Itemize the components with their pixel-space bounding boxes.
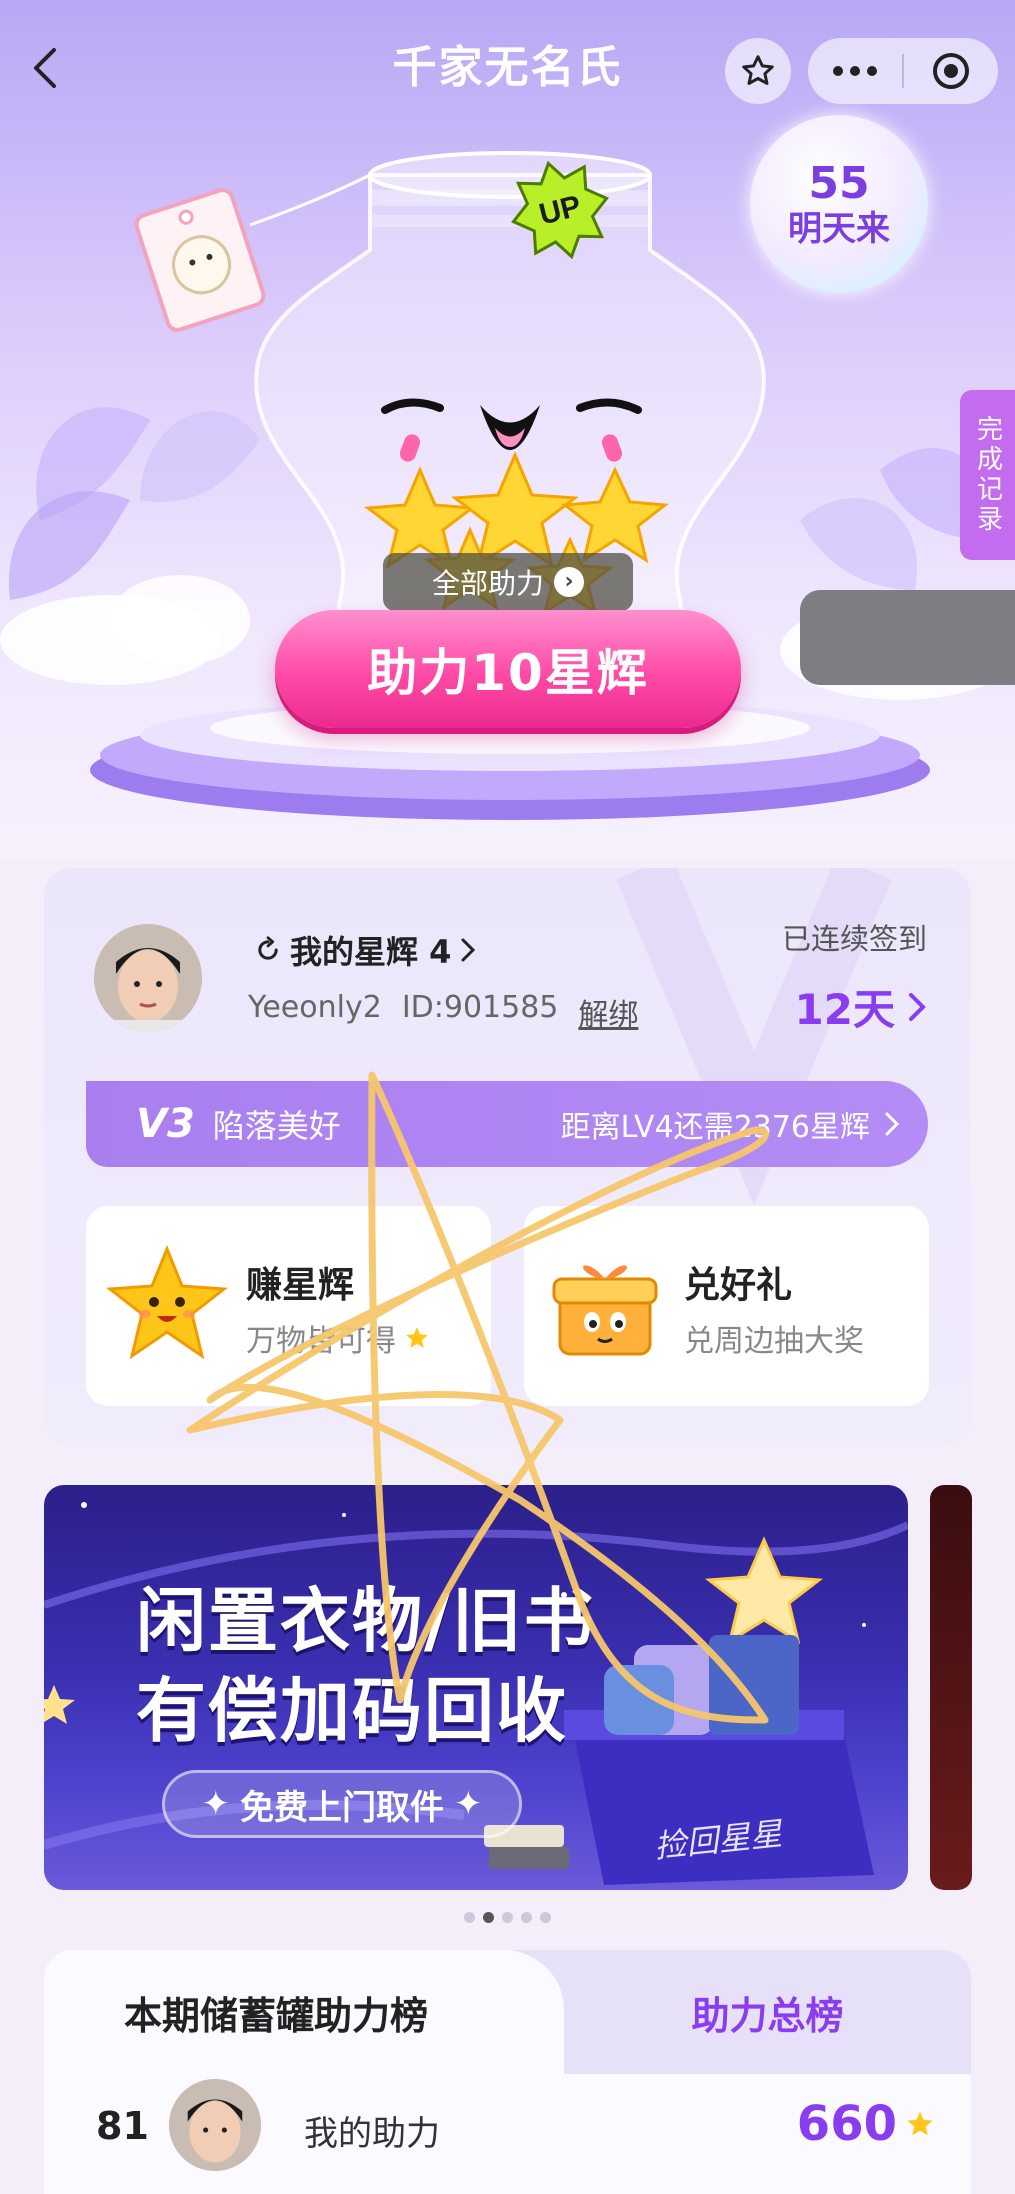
- carousel-dot[interactable]: [521, 1912, 532, 1923]
- tab-current-period[interactable]: 本期储蓄罐助力榜: [44, 1950, 564, 2074]
- more-dots-icon: [833, 66, 877, 76]
- carousel-dots: [0, 1912, 1015, 1923]
- earn-stars-subtitle-text: 万物皆可得: [246, 1324, 396, 1359]
- carousel-dot-active[interactable]: [483, 1912, 494, 1923]
- earn-stars-subtitle: 万物皆可得: [246, 1316, 430, 1360]
- countdown-text: 明天来: [788, 209, 890, 249]
- chevron-right-icon: [461, 938, 476, 962]
- avatar: [169, 2079, 261, 2171]
- sparkle-icon: ✦: [454, 1784, 483, 1824]
- next-level-text: 距离LV4还需2376星辉: [560, 1110, 870, 1145]
- user-id: ID:901585: [401, 990, 559, 1025]
- level-name: 陷落美好: [212, 1107, 341, 1145]
- next-banner-peek[interactable]: [930, 1485, 972, 1890]
- more-button[interactable]: [808, 38, 902, 104]
- redeem-gifts-title: 兑好礼: [684, 1265, 793, 1306]
- chevron-right-icon: ›: [554, 567, 584, 597]
- close-miniprogram-button[interactable]: [904, 38, 998, 104]
- earn-stars-title: 赚星辉: [246, 1265, 355, 1306]
- carousel-dot[interactable]: [502, 1912, 513, 1923]
- level-badge: V3: [136, 1101, 195, 1147]
- target-circle-icon: [933, 53, 969, 89]
- carousel-dot[interactable]: [540, 1912, 551, 1923]
- small-star-icon: [907, 2111, 933, 2136]
- gift-box-icon: [552, 1265, 658, 1356]
- banner-headline-2: 有偿加码回收: [136, 1670, 568, 1752]
- rank-label: 我的助力: [304, 2114, 440, 2154]
- earn-stars-tile[interactable]: 赚星辉 万物皆可得: [86, 1206, 491, 1406]
- ranking-tabs: 本期储蓄罐助力榜 助力总榜: [44, 1950, 971, 2074]
- completion-record-tab[interactable]: 完成记录: [960, 390, 1015, 560]
- back-arrow-icon: [34, 48, 56, 88]
- back-button[interactable]: [22, 38, 66, 98]
- countdown-badge[interactable]: 55 明天来: [750, 115, 928, 293]
- chevron-right-icon: [885, 1112, 900, 1136]
- rank-score: 660: [797, 2096, 935, 2152]
- carousel-dot[interactable]: [464, 1912, 475, 1923]
- avatar-image: [94, 924, 202, 1032]
- promo-banner-recycling[interactable]: 闲置衣物/旧书 有偿加码回收 ✦ 免费上门取件 ✦ 捡回星星: [44, 1485, 908, 1890]
- refresh-icon: [258, 936, 278, 960]
- level-progress-bar[interactable]: V3 陷落美好 距离LV4还需2376星辉: [86, 1081, 928, 1167]
- redeem-gifts-subtitle: 兑周边抽大奖: [684, 1324, 864, 1359]
- favorite-button[interactable]: [725, 38, 791, 104]
- banner-headline-1: 闲置衣物/旧书: [136, 1580, 596, 1662]
- user-profile-card: 我的星辉 4 Yeeonly2 ID:901585 解绑 已连续签到 12天 V…: [44, 868, 971, 1446]
- floating-gray-panel: [800, 590, 1015, 685]
- my-stars-label: 我的星辉 4: [290, 933, 452, 971]
- free-pickup-label: 免费上门取件: [240, 1787, 444, 1828]
- checkin-days-link[interactable]: 12天: [795, 976, 927, 1037]
- unbind-link[interactable]: 解绑: [578, 990, 638, 1034]
- checkin-days: 12天: [794, 985, 895, 1034]
- my-stars-link[interactable]: 我的星辉 4: [254, 928, 477, 972]
- my-ranking-row[interactable]: 81 我的助力 660: [44, 2074, 971, 2194]
- username: Yeeonly2: [248, 990, 382, 1025]
- all-help-button[interactable]: 全部助力 ›: [383, 553, 633, 611]
- avatar-image: [169, 2079, 261, 2171]
- help-stars-button[interactable]: 助力10星辉: [275, 610, 741, 728]
- rank-score-value: 660: [796, 2096, 897, 2152]
- star-icon: [742, 55, 774, 85]
- avatar[interactable]: [94, 924, 202, 1032]
- help-ranking-section: 本期储蓄罐助力榜 助力总榜 81 我的助力 660: [44, 1950, 971, 2194]
- sparkle-icon: ✦: [201, 1784, 231, 1824]
- checkin-label: 已连续签到: [781, 922, 927, 956]
- mini-program-capsule: [808, 38, 998, 104]
- user-id-line: Yeeonly2 ID:901585 解绑: [248, 990, 638, 1034]
- hero-section: UP 千家无名氏 55 明天来 完成记录 全部助力 › 助力10星辉: [0, 0, 1015, 860]
- small-star-icon: [406, 1327, 428, 1348]
- next-level-info: 距离LV4还需2376星辉: [561, 1102, 900, 1146]
- free-pickup-pill: ✦ 免费上门取件 ✦: [162, 1770, 522, 1838]
- countdown-number: 55: [808, 158, 870, 209]
- smiling-star-icon: [106, 1245, 228, 1360]
- all-help-label: 全部助力: [431, 567, 544, 600]
- redeem-gifts-tile[interactable]: 兑好礼 兑周边抽大奖: [524, 1206, 929, 1406]
- chevron-right-icon: [909, 992, 926, 1021]
- tab-total-ranking[interactable]: 助力总榜: [564, 1950, 971, 2074]
- rank-number: 81: [96, 2104, 149, 2148]
